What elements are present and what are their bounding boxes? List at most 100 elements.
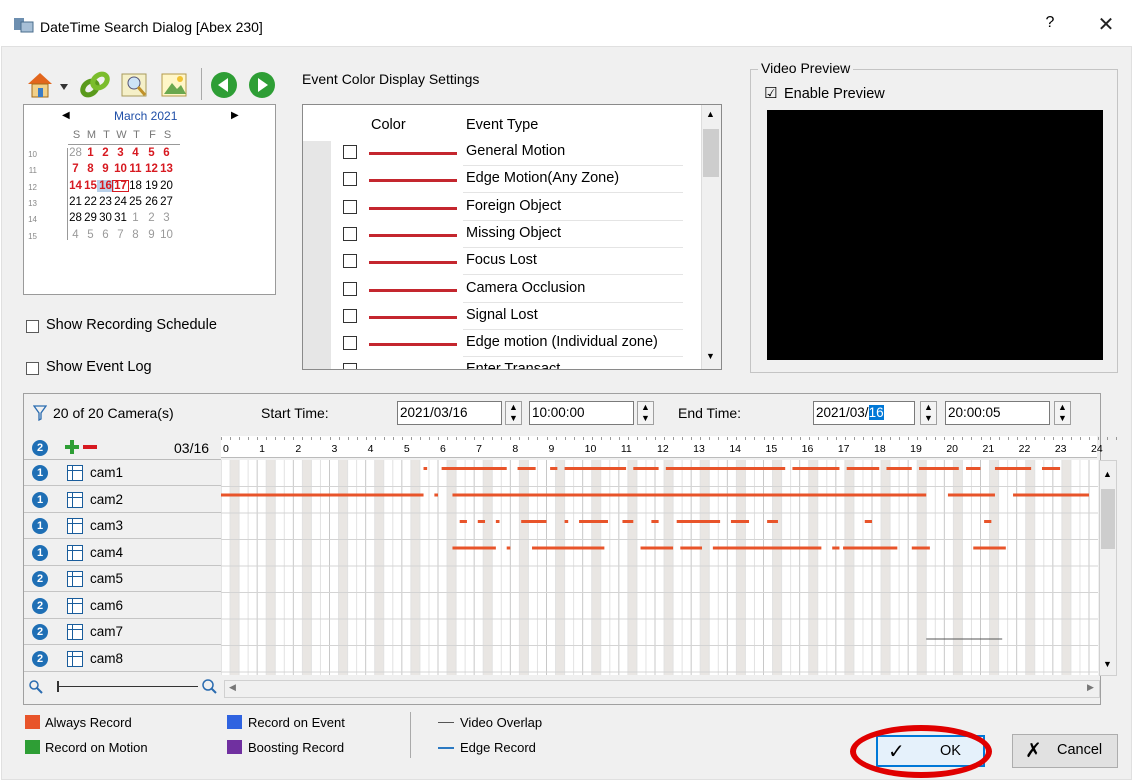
recording-segment[interactable]	[452, 546, 496, 550]
calendar-day[interactable]: 20	[158, 180, 175, 192]
zoom-slider-thumb[interactable]	[57, 681, 59, 692]
start-date-field[interactable]: 2021/03/16	[397, 401, 502, 425]
scroll-down-icon[interactable]: ▼	[706, 351, 715, 361]
recording-segment[interactable]	[651, 520, 659, 523]
recording-segment[interactable]	[564, 467, 627, 470]
end-date-field[interactable]: 2021/03/16	[813, 401, 915, 425]
scroll-down-icon[interactable]: ▼	[1103, 659, 1112, 669]
camera-row[interactable]: 2 cam6	[24, 592, 221, 619]
recording-segment[interactable]	[506, 546, 511, 550]
recording-segment[interactable]	[843, 546, 898, 550]
recording-segment[interactable]	[994, 467, 1032, 470]
event-checkbox[interactable]	[343, 336, 357, 351]
camera-row[interactable]: 2 cam5	[24, 566, 221, 592]
zoom-in-icon[interactable]	[202, 679, 218, 695]
recording-segment[interactable]	[864, 520, 872, 523]
scroll-up-icon[interactable]: ▲	[1103, 469, 1112, 479]
calendar-day[interactable]: 10	[158, 229, 175, 241]
home-dropdown-icon[interactable]	[59, 79, 69, 90]
calendar-day[interactable]: 4	[127, 147, 144, 159]
recording-segment[interactable]	[680, 546, 703, 550]
camera-row[interactable]: 1 cam2	[24, 486, 221, 513]
recording-segment[interactable]	[564, 520, 569, 523]
recording-segment[interactable]	[521, 520, 547, 523]
camera-row[interactable]: 2 cam8	[24, 645, 221, 672]
next-month-icon[interactable]: ▶	[231, 110, 239, 121]
event-checkbox[interactable]	[343, 172, 357, 187]
recording-segment[interactable]	[966, 467, 981, 470]
image-export-icon[interactable]	[160, 70, 190, 100]
timeline-scrollbar[interactable]: ▲ ▼	[1099, 460, 1117, 676]
home-icon[interactable]	[25, 70, 55, 100]
calendar-day[interactable]: 8	[127, 229, 144, 241]
calendar-day[interactable]: 27	[158, 196, 175, 208]
recording-segment[interactable]	[441, 467, 507, 470]
recording-segment[interactable]	[919, 467, 959, 470]
add-icon[interactable]	[64, 439, 80, 455]
recording-segment[interactable]	[947, 493, 995, 497]
calendar-day[interactable]: 11	[127, 163, 144, 175]
recording-segment[interactable]	[452, 493, 927, 497]
event-row[interactable]: Focus Lost	[303, 248, 703, 276]
end-time-spinner[interactable]: ▲ ▼	[1054, 401, 1071, 425]
recording-segment[interactable]	[846, 467, 880, 470]
show-event-log-checkbox[interactable]	[26, 362, 39, 375]
recording-segment[interactable]	[517, 467, 536, 470]
show-recording-schedule-checkbox[interactable]	[26, 320, 39, 333]
camera-row[interactable]: 1 cam1	[24, 460, 221, 486]
recording-timeline-grid[interactable]	[221, 460, 1098, 675]
camera-row[interactable]: 1 cam3	[24, 513, 221, 539]
camera-group-badge[interactable]: 1	[32, 465, 48, 481]
recording-segment[interactable]	[911, 546, 930, 550]
search-image-icon[interactable]	[120, 70, 150, 100]
recording-segment[interactable]	[730, 520, 750, 523]
recording-segment[interactable]	[665, 467, 786, 470]
event-row[interactable]: Edge Motion(Any Zone)	[303, 166, 703, 194]
calendar-month-label[interactable]: March 2021	[114, 109, 177, 123]
close-button[interactable]: ✕	[1094, 12, 1118, 36]
event-row[interactable]: Missing Object	[303, 221, 703, 248]
event-row[interactable]: Foreign Object	[303, 194, 703, 221]
event-color-line[interactable]	[369, 343, 457, 347]
event-color-line[interactable]	[369, 315, 457, 319]
help-button[interactable]: ?	[1040, 14, 1060, 36]
event-row[interactable]: Enter Transact	[303, 357, 703, 369]
recording-segment[interactable]	[640, 546, 674, 550]
recording-segment[interactable]	[712, 546, 822, 550]
event-row[interactable]: Camera Occlusion	[303, 276, 703, 303]
event-color-line[interactable]	[369, 233, 457, 237]
recording-segment[interactable]	[434, 493, 438, 497]
zoom-slider-track[interactable]	[58, 686, 198, 687]
event-color-line[interactable]	[369, 152, 457, 155]
event-color-line[interactable]	[369, 261, 457, 265]
recording-segment[interactable]	[622, 520, 634, 523]
link-icon[interactable]	[80, 70, 110, 100]
filter-icon[interactable]	[32, 405, 48, 422]
calendar-day[interactable]: 18	[127, 180, 144, 192]
event-checkbox[interactable]	[343, 308, 357, 323]
calendar-day[interactable]: 13	[158, 163, 175, 175]
event-checkbox[interactable]	[343, 226, 357, 241]
scroll-left-icon[interactable]: ◀	[229, 682, 236, 693]
end-date-spinner[interactable]: ▲ ▼	[920, 401, 937, 425]
recording-segment[interactable]	[550, 467, 558, 470]
start-time-field[interactable]: 10:00:00	[529, 401, 634, 425]
camera-group-badge[interactable]: 2	[32, 597, 48, 614]
calendar-day[interactable]: 25	[127, 196, 144, 208]
event-row[interactable]: Edge motion (Individual zone)	[303, 330, 703, 358]
camera-group-badge[interactable]: 2	[32, 571, 48, 587]
scroll-up-icon[interactable]: ▲	[706, 109, 715, 119]
event-color-line[interactable]	[369, 206, 457, 210]
event-checkbox[interactable]	[343, 145, 357, 159]
remove-icon[interactable]	[83, 445, 97, 449]
zoom-out-icon[interactable]	[28, 679, 44, 695]
start-time-spinner[interactable]: ▲ ▼	[637, 401, 654, 425]
enable-preview-checkbox[interactable]: ☑	[764, 84, 777, 102]
event-checkbox[interactable]	[343, 363, 357, 369]
timeline-hscrollbar[interactable]: ◀ ▶	[224, 680, 1100, 698]
next-icon[interactable]	[247, 70, 277, 100]
recording-segment[interactable]	[767, 520, 778, 523]
event-color-line[interactable]	[369, 288, 457, 292]
prev-month-icon[interactable]: ◀	[62, 110, 70, 121]
event-checkbox[interactable]	[343, 281, 357, 296]
